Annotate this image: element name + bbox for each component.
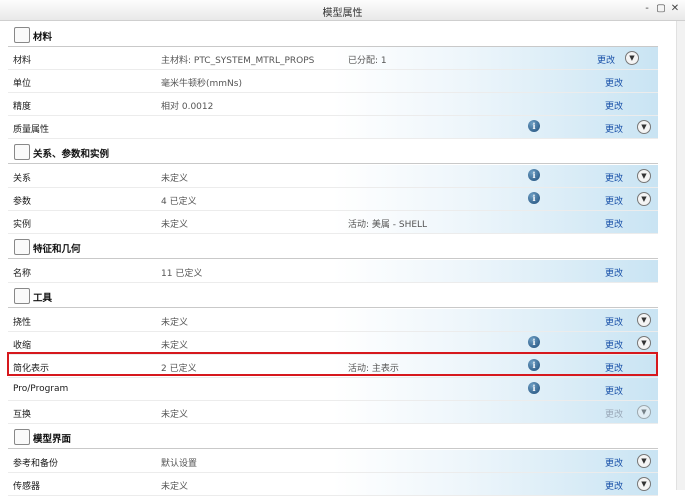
properties-panel: 材料 材料 主材料: PTC_SYSTEM_MTRL_PROPS 已分配: 1 …	[0, 21, 676, 496]
row-label: Pro/Program	[13, 384, 69, 394]
change-button[interactable]: 更改	[605, 315, 623, 328]
row-value: 相对 0.0012	[161, 102, 214, 112]
change-button[interactable]: 更改	[605, 99, 623, 112]
change-button[interactable]: 更改	[605, 338, 623, 351]
row-relations: 关系 未定义 i 更改 ▼	[8, 165, 658, 188]
row-value: 未定义	[161, 174, 189, 184]
row-extra: 活动: 美属 - SHELL	[348, 220, 428, 230]
info-icon[interactable]: i	[528, 169, 540, 181]
row-parameters: 参数 4 已定义 i 更改 ▼	[8, 188, 658, 211]
row-label: 精度	[13, 102, 32, 112]
change-button[interactable]: 更改	[605, 76, 623, 89]
chevron-down-icon[interactable]: ▼	[637, 477, 651, 491]
row-label: 质量属性	[13, 125, 50, 135]
section-model-interface: 模型界面	[8, 426, 658, 449]
change-button[interactable]: 更改	[605, 456, 623, 469]
section-title: 材料	[33, 32, 53, 43]
row-value: 未定义	[161, 482, 189, 492]
section-title: 工具	[33, 293, 53, 304]
close-icon[interactable]: ✕	[668, 3, 682, 14]
row-value: 11 已定义	[161, 269, 203, 279]
row-units: 单位 毫米牛顿秒(mmNs) 更改	[8, 70, 658, 93]
row-value: 未定义	[161, 341, 189, 351]
tools-icon	[14, 288, 30, 304]
row-extra: 活动: 主表示	[348, 364, 399, 374]
row-value: 4 已定义	[161, 197, 197, 207]
row-label: 参考和备份	[13, 459, 59, 469]
change-button[interactable]: 更改	[597, 53, 615, 66]
section-title: 特征和几何	[33, 244, 81, 255]
row-names: 名称 11 已定义 更改	[8, 260, 658, 283]
row-material: 材料 主材料: PTC_SYSTEM_MTRL_PROPS 已分配: 1 更改 …	[8, 47, 658, 70]
relations-icon	[14, 144, 30, 160]
change-button[interactable]: 更改	[605, 361, 623, 374]
change-button[interactable]: 更改	[605, 384, 623, 397]
row-value: 默认设置	[161, 459, 198, 469]
row-instances: 实例 未定义 活动: 美属 - SHELL 更改	[8, 211, 658, 234]
minimize-icon[interactable]: ‑	[640, 3, 654, 14]
title-bar: 模型属性 ‑ ▢ ✕	[0, 0, 685, 21]
row-mass-properties: 质量属性 i 更改 ▼	[8, 116, 658, 139]
section-title: 关系、参数和实例	[33, 149, 110, 160]
row-label: 互换	[13, 410, 32, 420]
row-label: 名称	[13, 269, 32, 279]
row-label: 简化表示	[13, 364, 50, 374]
row-flexibility: 挠性 未定义 更改 ▼	[8, 309, 658, 332]
row-label: 单位	[13, 79, 32, 89]
row-value: 2 已定义	[161, 364, 197, 374]
row-label: 关系	[13, 174, 32, 184]
row-sensors: 传感器 未定义 更改 ▼	[8, 473, 658, 496]
row-extra: 已分配: 1	[348, 56, 387, 66]
info-icon[interactable]: i	[528, 336, 540, 348]
section-material: 材料	[8, 24, 658, 47]
change-button[interactable]: 更改	[605, 217, 623, 230]
info-icon[interactable]: i	[528, 120, 540, 132]
row-value: 未定义	[161, 220, 189, 230]
change-button[interactable]: 更改	[605, 407, 623, 420]
chevron-down-icon[interactable]: ▼	[637, 192, 651, 206]
row-accuracy: 精度 相对 0.0012 更改	[8, 93, 658, 116]
chevron-down-icon[interactable]: ▼	[625, 51, 639, 65]
change-button[interactable]: 更改	[605, 194, 623, 207]
section-tools: 工具	[8, 285, 658, 308]
chevron-down-icon[interactable]: ▼	[637, 169, 651, 183]
change-button[interactable]: 更改	[605, 266, 623, 279]
row-value: 主材料: PTC_SYSTEM_MTRL_PROPS	[161, 56, 315, 66]
row-label: 参数	[13, 197, 32, 207]
row-label: 材料	[13, 56, 32, 66]
maximize-icon[interactable]: ▢	[654, 3, 668, 14]
scrollbar[interactable]	[676, 21, 685, 490]
chevron-down-icon[interactable]: ▼	[637, 336, 651, 350]
info-icon[interactable]: i	[528, 359, 540, 371]
features-icon	[14, 239, 30, 255]
info-icon[interactable]: i	[528, 192, 540, 204]
row-interchange: 互换 未定义 更改 ▼	[8, 401, 658, 424]
chevron-down-icon[interactable]: ▼	[637, 454, 651, 468]
row-pro-program: Pro/Program i 更改	[8, 378, 658, 401]
info-icon[interactable]: i	[528, 382, 540, 394]
change-button[interactable]: 更改	[605, 171, 623, 184]
section-relations: 关系、参数和实例	[8, 141, 658, 164]
row-value: 未定义	[161, 410, 189, 420]
material-icon	[14, 27, 30, 43]
row-shrinkage: 收缩 未定义 i 更改 ▼	[8, 332, 658, 355]
chevron-down-icon[interactable]: ▼	[637, 405, 651, 419]
row-label: 收缩	[13, 341, 32, 351]
row-label: 实例	[13, 220, 32, 230]
chevron-down-icon[interactable]: ▼	[637, 313, 651, 327]
section-features: 特征和几何	[8, 236, 658, 259]
row-value: 毫米牛顿秒(mmNs)	[161, 79, 242, 89]
row-label: 传感器	[13, 482, 41, 492]
change-button[interactable]: 更改	[605, 122, 623, 135]
change-button[interactable]: 更改	[605, 479, 623, 492]
window-title: 模型属性	[322, 8, 363, 19]
model-interface-icon	[14, 429, 30, 445]
section-title: 模型界面	[33, 434, 72, 445]
chevron-down-icon[interactable]: ▼	[637, 120, 651, 134]
row-simplified-reps: 简化表示 2 已定义 活动: 主表示 i 更改	[8, 355, 658, 378]
row-value: 未定义	[161, 318, 189, 328]
row-references: 参考和备份 默认设置 更改 ▼	[8, 450, 658, 473]
row-label: 挠性	[13, 318, 32, 328]
